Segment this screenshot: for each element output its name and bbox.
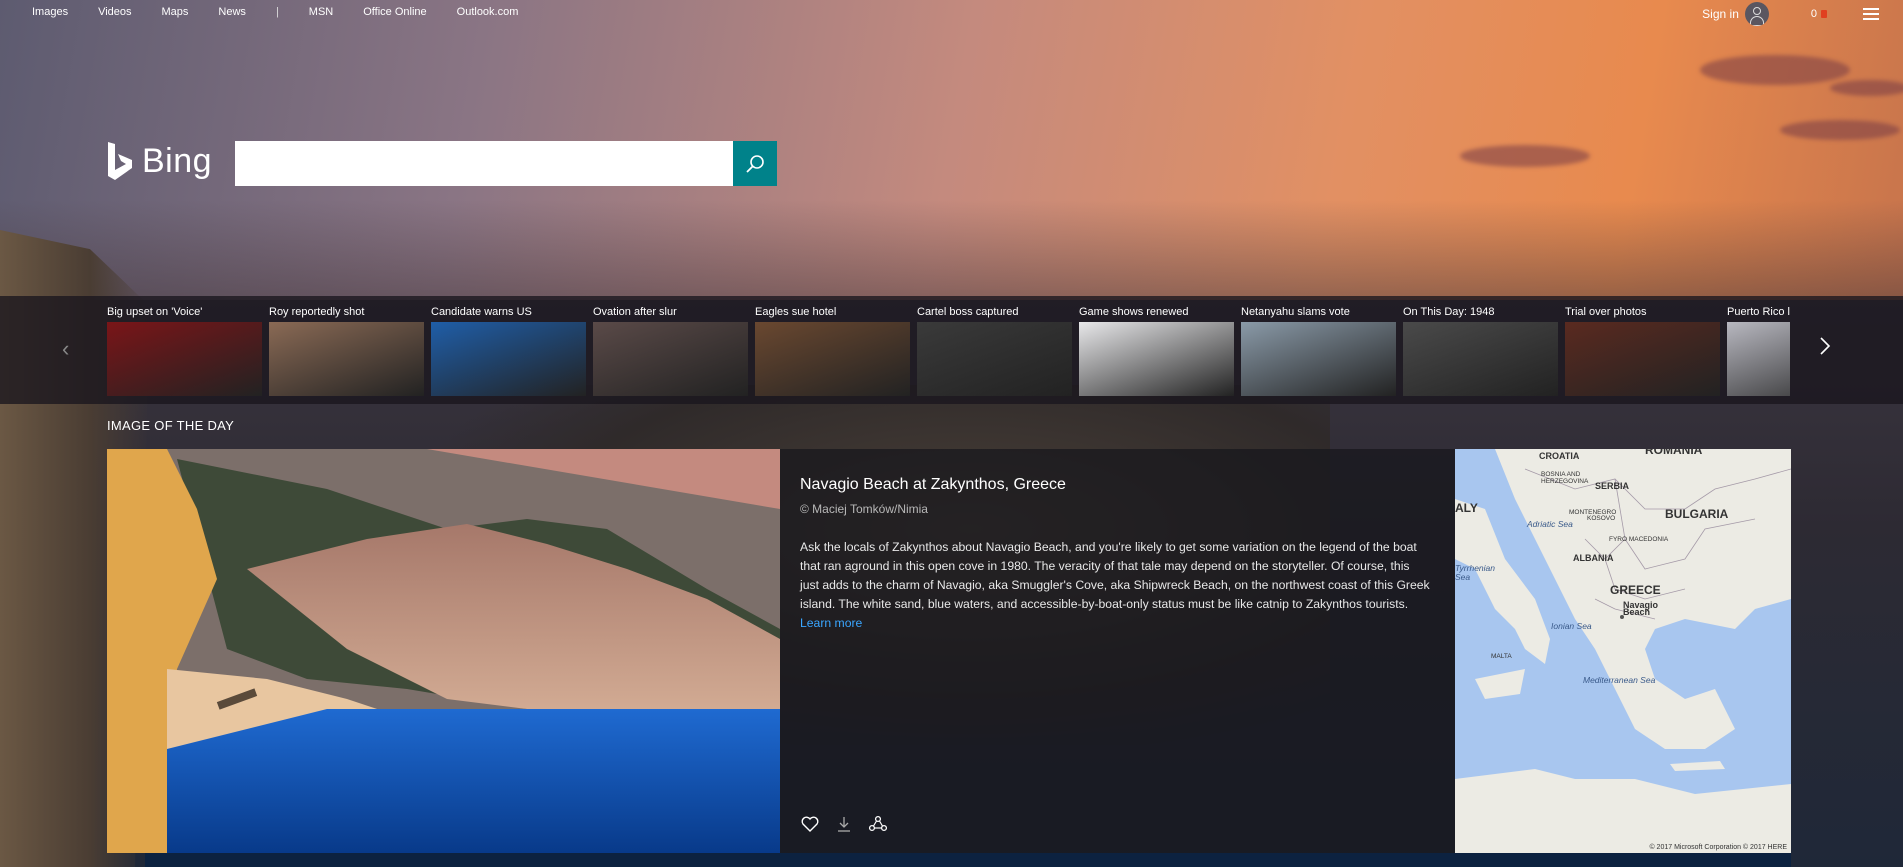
nav-links: Images Videos Maps News | MSN Office Onl…: [32, 6, 548, 18]
news-title: Roy reportedly shot: [269, 306, 365, 318]
download-icon[interactable]: [834, 814, 854, 834]
map-label: GREECE: [1610, 583, 1661, 597]
iotd-credit: © Maciej Tomków/Nimia: [800, 502, 928, 516]
news-title: Netanyahu slams vote: [1241, 306, 1350, 318]
map-label: Tyrrhenian Sea: [1455, 563, 1495, 582]
news-item[interactable]: Game shows renewed: [1079, 306, 1234, 400]
news-item[interactable]: Puerto Rico la: [1727, 306, 1790, 400]
news-item[interactable]: Eagles sue hotel: [755, 306, 910, 400]
map-label: Adriatic Sea: [1527, 519, 1573, 529]
nav-videos[interactable]: Videos: [98, 6, 131, 18]
news-item[interactable]: Roy reportedly shot: [269, 306, 424, 400]
top-bar: Images Videos Maps News | MSN Office Onl…: [0, 0, 1903, 26]
news-title: Puerto Rico la: [1727, 306, 1790, 318]
nav-office-online[interactable]: Office Online: [363, 6, 426, 18]
map-label: SERBIA: [1595, 481, 1630, 491]
news-title: Ovation after slur: [593, 306, 677, 318]
iotd-description: Ask the locals of Zakynthos about Navagi…: [800, 538, 1430, 633]
news-title: Eagles sue hotel: [755, 306, 837, 318]
bing-logo-icon: [108, 142, 132, 180]
nav-msn[interactable]: MSN: [309, 6, 333, 18]
map-label: ROMANIA: [1645, 449, 1703, 457]
cloud: [1830, 80, 1903, 96]
news-thumbnail: [755, 322, 910, 396]
iotd-photo[interactable]: [107, 449, 780, 853]
news-thumbnail: [107, 322, 262, 396]
map-label: Mediterranean Sea: [1583, 675, 1656, 685]
image-of-the-day: Navagio Beach at Zakynthos, Greece © Mac…: [107, 449, 1791, 853]
navagio-beach-image: [107, 449, 780, 853]
sign-in-button[interactable]: Sign in: [1702, 2, 1769, 26]
map-label: CROATIA: [1539, 451, 1580, 461]
news-thumbnail: [593, 322, 748, 396]
nav-maps[interactable]: Maps: [162, 6, 189, 18]
map-label: FYRO MACEDONIA: [1609, 536, 1669, 543]
news-title: Cartel boss captured: [917, 306, 1019, 318]
bing-logo[interactable]: Bing: [106, 140, 212, 182]
rewards-button[interactable]: 0: [1811, 8, 1827, 20]
news-list: Big upset on 'Voice' Roy reportedly shot C…: [107, 306, 1790, 400]
news-item[interactable]: Cartel boss captured: [917, 306, 1072, 400]
news-title: Trial over photos: [1565, 306, 1647, 318]
map-label: MALTA: [1491, 653, 1512, 660]
news-title: Candidate warns US: [431, 306, 532, 318]
news-thumbnail: [1079, 322, 1234, 396]
search-button[interactable]: [733, 141, 777, 186]
news-title: Big upset on 'Voice': [107, 306, 203, 318]
news-thumbnail: [917, 322, 1072, 396]
medal-icon: [1821, 10, 1827, 18]
news-thumbnail: [1565, 322, 1720, 396]
account-area: Sign in 0: [1702, 2, 1879, 26]
iotd-section-title: IMAGE OF THE DAY: [107, 418, 235, 433]
cloud: [1780, 120, 1900, 140]
heart-icon[interactable]: [800, 814, 820, 834]
news-item[interactable]: Netanyahu slams vote: [1241, 306, 1396, 400]
news-thumbnail: [269, 322, 424, 396]
map-label: Navagio Beach: [1623, 600, 1659, 617]
location-map[interactable]: ROMANIA CROATIA BOSNIA AND HERZEGOVINA SERB…: [1455, 449, 1791, 853]
sign-in-label: Sign in: [1702, 7, 1739, 21]
nav-images[interactable]: Images: [32, 6, 68, 18]
bottom-bar: [145, 853, 1791, 867]
news-thumbnail: [1241, 322, 1396, 396]
rewards-count: 0: [1810, 8, 1817, 20]
cloud: [1700, 55, 1850, 85]
bing-logo-text: Bing: [142, 141, 213, 180]
news-title: Game shows renewed: [1079, 306, 1189, 318]
carousel-prev-icon[interactable]: ‹: [62, 336, 82, 361]
nav-outlook[interactable]: Outlook.com: [457, 6, 519, 18]
news-item[interactable]: On This Day: 1948: [1403, 306, 1558, 400]
search-box: [235, 141, 777, 186]
search-input[interactable]: [235, 141, 733, 186]
cloud: [1460, 145, 1590, 167]
learn-more-link[interactable]: Learn more: [800, 616, 862, 630]
map-label: KOSOVO: [1587, 515, 1616, 522]
iotd-info-panel: Navagio Beach at Zakynthos, Greece © Mac…: [780, 449, 1455, 853]
avatar-icon: [1744, 2, 1769, 26]
map-label: ALBANIA: [1573, 553, 1614, 563]
map-label: BULGARIA: [1665, 507, 1729, 521]
map-graphic: [1455, 449, 1791, 853]
news-item[interactable]: Trial over photos: [1565, 306, 1720, 400]
nav-news[interactable]: News: [218, 6, 246, 18]
map-copyright: © 2017 Microsoft Corporation © 2017 HERE: [1649, 844, 1787, 851]
menu-icon[interactable]: [1863, 8, 1879, 20]
news-thumbnail: [431, 322, 586, 396]
news-thumbnail: [1727, 322, 1790, 396]
map-label: ALY: [1455, 501, 1478, 515]
map-label: Ionian Sea: [1551, 621, 1592, 631]
map-label: BOSNIA AND HERZEGOVINA: [1541, 471, 1589, 485]
iotd-title[interactable]: Navagio Beach at Zakynthos, Greece: [800, 476, 1066, 494]
news-item[interactable]: Big upset on 'Voice': [107, 306, 262, 400]
news-item[interactable]: Candidate warns US: [431, 306, 586, 400]
share-icon[interactable]: [868, 814, 888, 834]
carousel-next-icon[interactable]: [1815, 334, 1835, 358]
iotd-actions: [800, 814, 888, 834]
iotd-description-text: Ask the locals of Zakynthos about Navagi…: [800, 540, 1430, 611]
nav-separator: |: [275, 6, 279, 18]
news-title: On This Day: 1948: [1403, 306, 1495, 318]
search-icon: [746, 154, 764, 173]
news-item[interactable]: Ovation after slur: [593, 306, 748, 400]
news-thumbnail: [1403, 322, 1558, 396]
